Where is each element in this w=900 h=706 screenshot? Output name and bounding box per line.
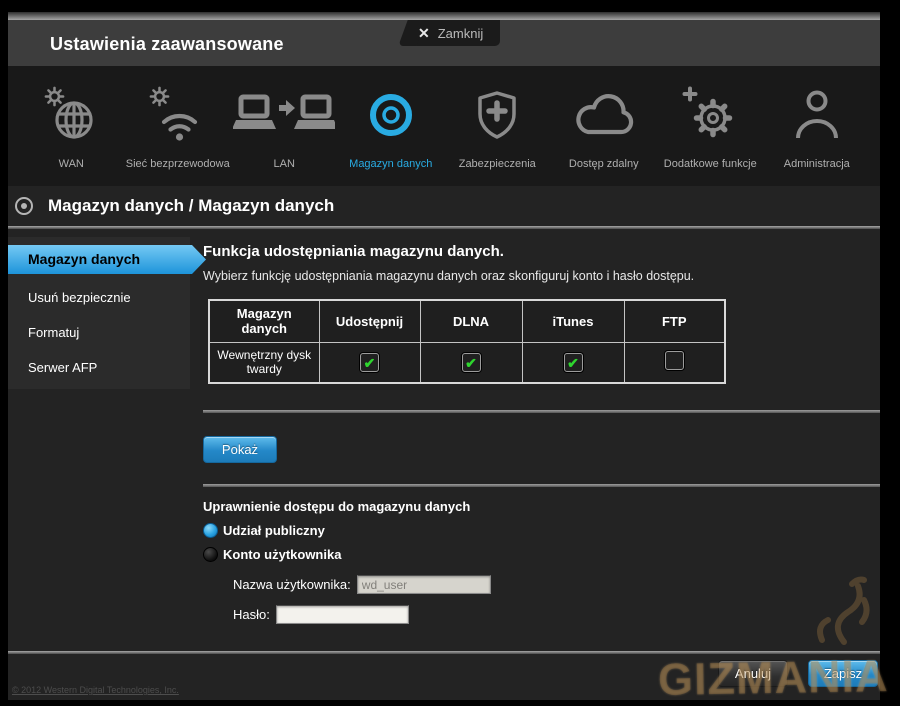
nav-item-administration[interactable]: Administracja: [764, 66, 871, 186]
content-area: Magazyn danych Usuń bezpiecznie Formatuj…: [8, 229, 880, 700]
col-header-ftp: FTP: [624, 300, 725, 342]
bottom-divider: [8, 651, 880, 654]
divider: [203, 410, 880, 413]
nav-item-wireless[interactable]: Sieć bezprzewodowa: [125, 66, 232, 186]
cloud-icon: [570, 84, 638, 146]
nav-item-remote-access[interactable]: Dostęp zdalny: [551, 66, 658, 186]
disc-icon: [366, 84, 416, 146]
table-row: Wewnętrzny dysk twardy: [209, 342, 725, 383]
nav-label: Sieć bezprzewodowa: [126, 158, 230, 170]
share-table: Magazyn danych Udostępnij DLNA iTunes FT…: [208, 299, 726, 384]
ftp-checkbox-cell: [624, 342, 725, 383]
nav-label: Dodatkowe funkcje: [664, 158, 757, 170]
bottom-bar: Anuluj Zapisz © 2012 Western Digital Tec…: [8, 651, 880, 700]
user-account-option[interactable]: Konto użytkownika: [203, 547, 880, 562]
dlna-checkbox-cell: [420, 342, 522, 383]
sidebar-item-usun-bezpiecznie[interactable]: Usuń bezpiecznie: [8, 280, 190, 315]
nav-item-additional-features[interactable]: Dodatkowe funkcje: [657, 66, 764, 186]
storage-name-cell: Wewnętrzny dysk twardy: [209, 342, 319, 383]
close-icon[interactable]: ✕: [418, 25, 430, 42]
username-row: Nazwa użytkownika:: [233, 575, 880, 594]
top-navigation: WAN Sieć bezprzewodowa: [8, 66, 880, 186]
nav-label: WAN: [59, 158, 84, 170]
header-gradient-strip: [8, 12, 880, 20]
divider: [203, 484, 880, 487]
ftp-checkbox[interactable]: [665, 351, 684, 370]
sidebar: Magazyn danych Usuń bezpiecznie Formatuj…: [8, 237, 190, 389]
share-checkbox[interactable]: [360, 353, 379, 372]
password-row: Hasło:: [233, 605, 880, 624]
username-input[interactable]: [357, 575, 491, 594]
nav-item-wan[interactable]: WAN: [18, 66, 125, 186]
sidebar-item-formatuj[interactable]: Formatuj: [8, 315, 190, 350]
nav-label: Dostęp zdalny: [569, 158, 639, 170]
page-title: Magazyn danych / Magazyn danych: [48, 196, 334, 216]
computers-transfer-icon: [233, 84, 335, 146]
wifi-gear-icon: [149, 84, 207, 146]
action-buttons: Anuluj Zapisz: [718, 660, 878, 687]
col-header-share: Udostępnij: [319, 300, 420, 342]
shield-plus-icon: [472, 84, 522, 146]
public-share-option[interactable]: Udział publiczny: [203, 523, 880, 538]
username-label: Nazwa użytkownika:: [233, 577, 351, 592]
radio-icon[interactable]: [203, 547, 218, 562]
access-section-title: Uprawnienie dostępu do magazynu danych: [203, 499, 880, 514]
itunes-checkbox[interactable]: [564, 353, 583, 372]
itunes-checkbox-cell: [522, 342, 624, 383]
dlna-checkbox[interactable]: [462, 353, 481, 372]
nav-item-storage[interactable]: Magazyn danych: [338, 66, 445, 186]
radio-label: Udział publiczny: [223, 523, 325, 538]
section-title: Funkcja udostępniania magazynu danych.: [203, 243, 880, 260]
window-header: Ustawienia zaawansowane ✕ Zamknij: [8, 12, 880, 66]
show-button[interactable]: Pokaż: [203, 436, 277, 463]
cancel-button[interactable]: Anuluj: [718, 660, 788, 687]
save-button[interactable]: Zapisz: [808, 660, 878, 687]
nav-label: Magazyn danych: [349, 158, 432, 170]
sidebar-item-magazyn-danych[interactable]: Magazyn danych: [8, 245, 206, 274]
close-button[interactable]: ✕ Zamknij: [412, 20, 500, 46]
radio-label: Konto użytkownika: [223, 547, 341, 562]
table-header-row: Magazyn danych Udostępnij DLNA iTunes FT…: [209, 300, 725, 342]
col-header-dlna: DLNA: [420, 300, 522, 342]
globe-gear-icon: [44, 84, 98, 146]
nav-label: Zabezpieczenia: [459, 158, 536, 170]
section-description: Wybierz funkcję udostępniania magazynu d…: [203, 269, 880, 283]
disc-bullet-icon: [14, 196, 34, 216]
nav-item-security[interactable]: Zabezpieczenia: [444, 66, 551, 186]
nav-item-lan[interactable]: LAN: [231, 66, 338, 186]
person-icon: [793, 84, 841, 146]
col-header-storage: Magazyn danych: [209, 300, 319, 342]
password-label: Hasło:: [233, 607, 270, 622]
main-panel: Funkcja udostępniania magazynu danych. W…: [190, 229, 880, 700]
advanced-settings-window: Ustawienia zaawansowane ✕ Zamknij: [8, 12, 880, 700]
breadcrumb: Magazyn danych / Magazyn danych: [8, 186, 880, 226]
nav-label: Administracja: [784, 158, 850, 170]
nav-label: LAN: [274, 158, 295, 170]
copyright-link[interactable]: © 2012 Western Digital Technologies, Inc…: [12, 685, 179, 695]
gear-plus-icon: [681, 84, 739, 146]
radio-icon[interactable]: [203, 523, 218, 538]
share-checkbox-cell: [319, 342, 420, 383]
close-button-label: Zamknij: [438, 26, 484, 41]
window-title: Ustawienia zaawansowane: [50, 34, 284, 55]
sidebar-item-serwer-afp[interactable]: Serwer AFP: [8, 350, 190, 385]
col-header-itunes: iTunes: [522, 300, 624, 342]
password-input[interactable]: [276, 605, 409, 624]
